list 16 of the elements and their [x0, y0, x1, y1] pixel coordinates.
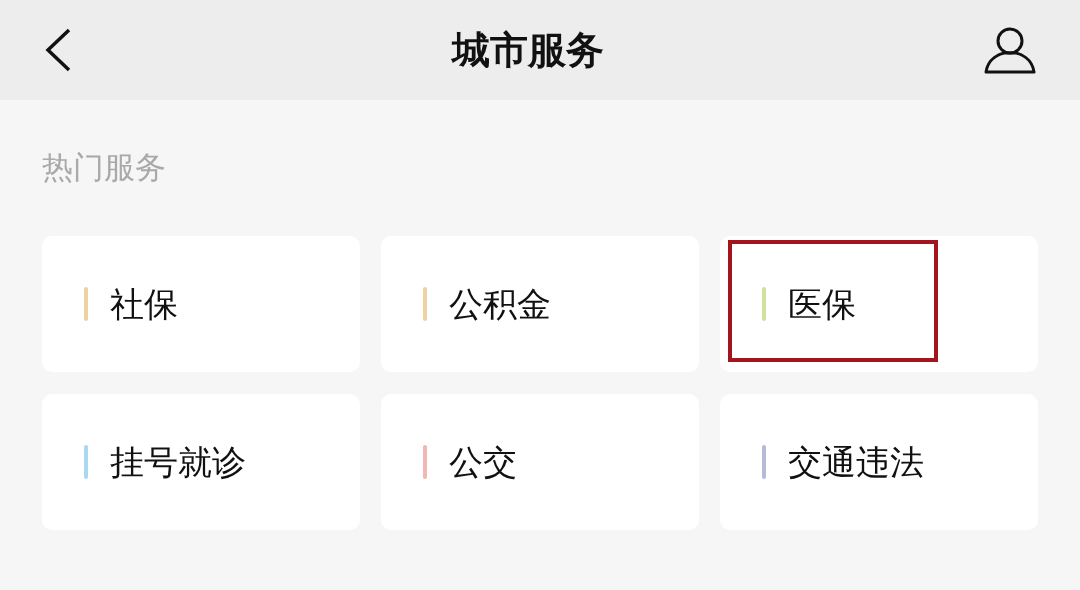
service-label: 公积金 — [449, 282, 551, 326]
service-card[interactable]: 交通违法 — [720, 394, 1038, 530]
person-icon[interactable] — [984, 26, 1036, 74]
page-title: 城市服务 — [452, 26, 604, 74]
section-title: 热门服务 — [42, 149, 166, 185]
service-card[interactable]: 公积金 — [381, 236, 699, 372]
service-label: 公交 — [449, 440, 517, 484]
service-label: 交通违法 — [788, 440, 924, 484]
back-icon[interactable] — [44, 28, 72, 72]
service-card[interactable]: 公交 — [381, 394, 699, 530]
service-label: 挂号就诊 — [110, 440, 246, 484]
service-label: 社保 — [110, 282, 178, 326]
service-label: 医保 — [788, 282, 856, 326]
service-card[interactable]: 挂号就诊 — [42, 394, 360, 530]
service-card[interactable]: 社保 — [42, 236, 360, 372]
service-card[interactable]: 医保 — [720, 236, 1038, 372]
